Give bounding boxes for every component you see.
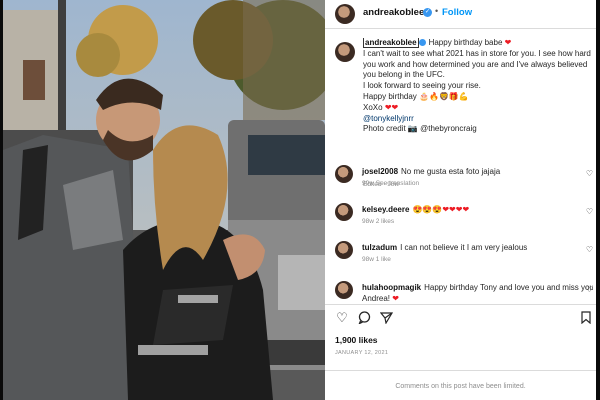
comment-meta[interactable]: 98w 1 like xyxy=(362,256,391,263)
post-date: JANUARY 12, 2021 xyxy=(335,350,389,356)
footer-divider xyxy=(325,370,596,371)
commenter-avatar[interactable] xyxy=(335,165,353,183)
modal-backdrop-right xyxy=(596,0,600,400)
caption-xoxo: XoXo xyxy=(363,102,383,112)
caption-line-4: you belong in the UFC. xyxy=(363,70,445,80)
commenter-avatar[interactable] xyxy=(335,281,353,299)
commenter-avatar[interactable] xyxy=(335,203,353,221)
comment-username[interactable]: hulahoopmagik xyxy=(362,283,421,292)
caption-line-3: you work and how determined you are and … xyxy=(363,59,588,69)
comment-item: kelsey.deere 😍😍😍❤❤❤❤ 98w 2 likes ♡ xyxy=(335,203,593,233)
comment-like-heart-icon[interactable]: ♡ xyxy=(586,285,593,294)
comments-limited-notice: Comments on this post have been limited. xyxy=(395,383,526,390)
heart-emoji-icon: ❤ xyxy=(392,293,399,303)
caption-line-2: I can't wait to see what 2021 has in sto… xyxy=(363,48,591,58)
heart-outline-icon[interactable]: ♡ xyxy=(335,311,349,325)
comment-meta[interactable]: 99w See translation xyxy=(362,180,419,187)
post-details-panel: andreakoblee ✓ • Follow andreakoblee Happ… xyxy=(325,0,596,400)
caption-first-line-text: Happy birthday babe xyxy=(428,38,503,47)
comment-item: tulzadum I can not believe it I am very j… xyxy=(335,241,593,271)
caption-username[interactable]: andreakoblee xyxy=(363,38,419,48)
comment-username[interactable]: josel2008 xyxy=(362,167,398,176)
comment-bubble-svg xyxy=(357,311,370,325)
caption-author-avatar[interactable] xyxy=(335,42,355,62)
comment-username[interactable]: kelsey.deere xyxy=(362,205,409,214)
caption-mention[interactable]: @tonykellyjnrr xyxy=(363,114,595,125)
comment-bubble-icon[interactable] xyxy=(357,311,371,325)
header-separator: • xyxy=(435,6,439,16)
post-actions: ♡ xyxy=(335,311,593,327)
paper-plane-svg xyxy=(379,312,393,325)
post-photo[interactable] xyxy=(3,0,325,400)
comment-like-heart-icon[interactable]: ♡ xyxy=(586,207,593,216)
paper-plane-icon[interactable] xyxy=(379,311,393,325)
verified-badge-icon xyxy=(418,39,426,47)
photo-illustration xyxy=(3,0,325,400)
comment-body: tulzadum I can not believe it I am very j… xyxy=(362,243,594,254)
author-username[interactable]: andreakoblee xyxy=(363,7,424,18)
comment-text: I can not believe it I am very jealous xyxy=(400,243,528,252)
caption-line-1: andreakoblee Happy birthday babe ❤ xyxy=(363,38,595,49)
comment-text: No me gusta esta foto jajaja xyxy=(401,167,501,176)
author-avatar[interactable] xyxy=(335,4,355,24)
comment-meta[interactable]: 98w 2 likes xyxy=(362,218,394,225)
commenter-avatar[interactable] xyxy=(335,241,353,259)
comment-text: 😍😍😍❤❤❤❤ xyxy=(412,205,470,214)
comment-body: hulahoopmagik Happy birthday Tony and lov… xyxy=(362,283,593,303)
heart-emoji-icon: ❤❤ xyxy=(384,102,399,112)
caption-line-7: XoXo ❤❤ xyxy=(363,103,595,114)
comment-username[interactable]: tulzadum xyxy=(362,243,397,252)
caption-photo-credit: Photo credit 📷 @thebyroncraig xyxy=(363,124,477,134)
caption-line-5: I look forward to seeing your rise. xyxy=(363,81,481,91)
comment-like-heart-icon[interactable]: ♡ xyxy=(586,245,593,254)
caption-text: andreakoblee Happy birthday babe ❤ I can'… xyxy=(363,38,595,135)
follow-button[interactable]: Follow xyxy=(442,7,472,18)
comment-body: josel2008 No me gusta esta foto jajaja xyxy=(362,167,594,178)
post-header: andreakoblee ✓ • Follow xyxy=(325,0,596,29)
verified-badge-icon: ✓ xyxy=(423,8,432,17)
actions-divider xyxy=(325,304,596,305)
bookmark-icon[interactable] xyxy=(579,311,593,325)
comment-body: kelsey.deere 😍😍😍❤❤❤❤ xyxy=(362,205,594,216)
comment-item: josel2008 No me gusta esta foto jajaja 99… xyxy=(335,165,593,195)
likes-count[interactable]: 1,900 likes xyxy=(335,335,378,345)
caption-line-6: Happy birthday 🎂🔥🦁🎁💪 xyxy=(363,91,469,101)
comment-like-heart-icon[interactable]: ♡ xyxy=(586,169,593,178)
bookmark-svg xyxy=(581,311,591,325)
comment-item: hulahoopmagik Happy birthday Tony and lov… xyxy=(335,281,593,303)
heart-emoji-icon: ❤ xyxy=(504,38,512,47)
